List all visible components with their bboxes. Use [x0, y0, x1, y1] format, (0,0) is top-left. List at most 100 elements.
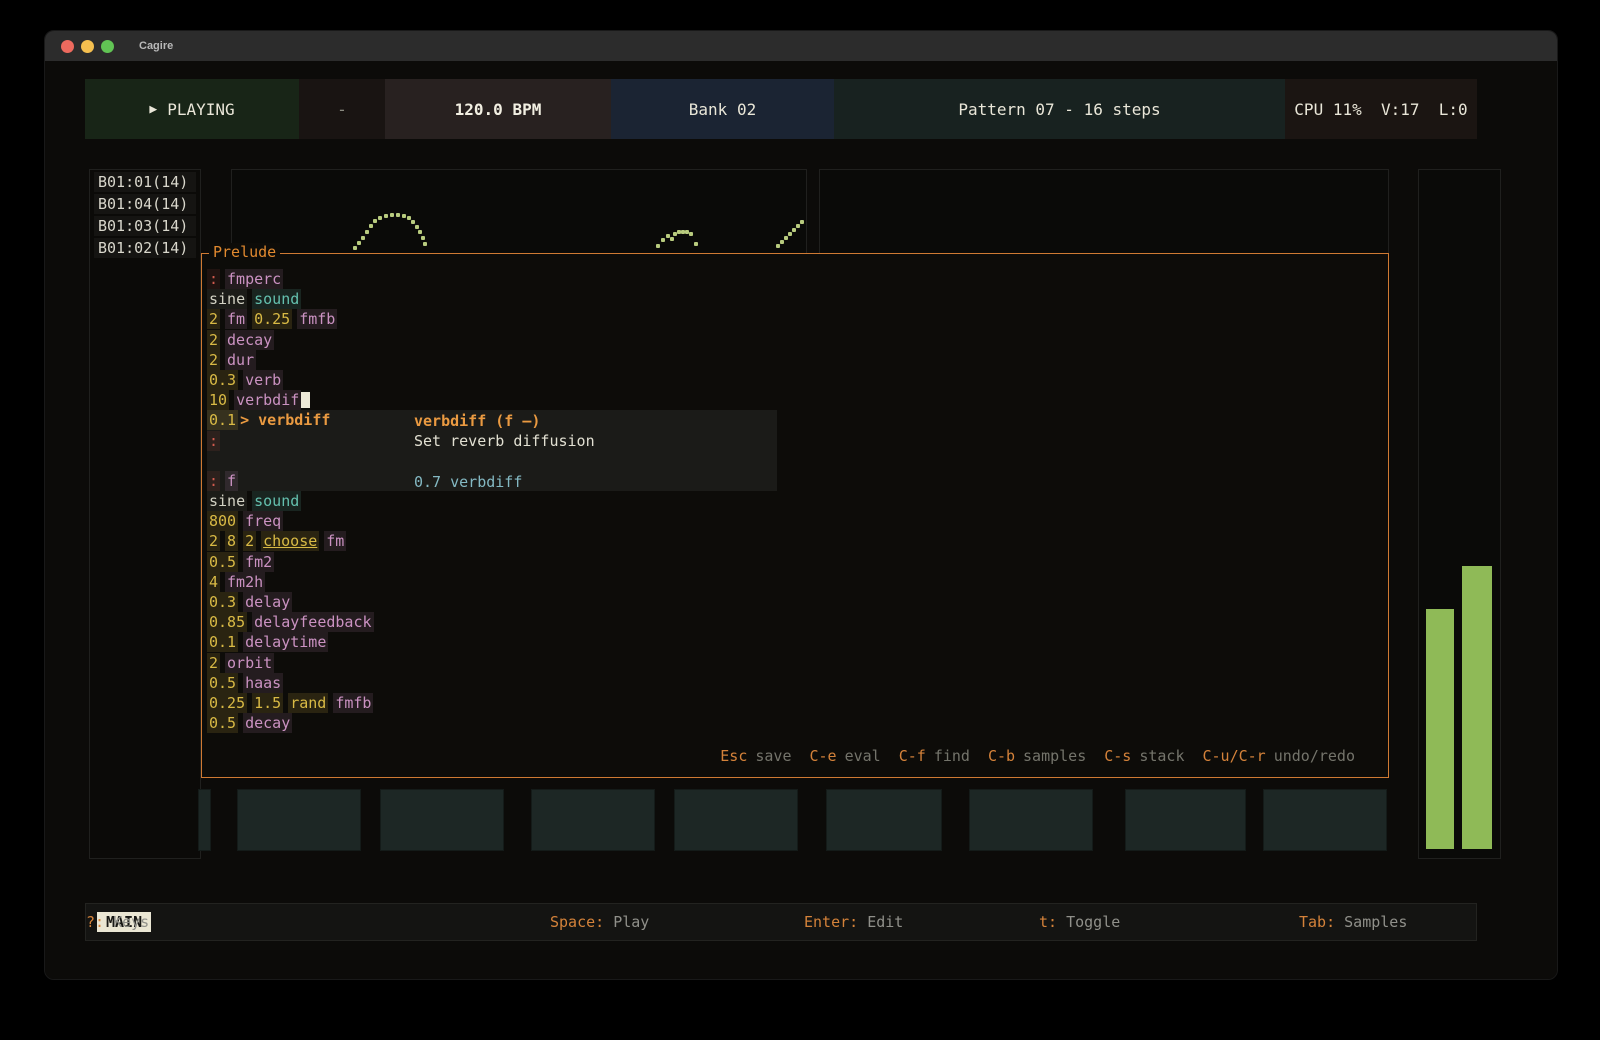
- transport-segment-playing[interactable]: ▶PLAYING: [85, 79, 299, 139]
- shortcut-label: Keys: [113, 913, 149, 931]
- token: sound: [252, 491, 301, 511]
- token: :: [207, 269, 220, 289]
- transport-segment-pattern[interactable]: Pattern 07 - 16 steps: [834, 79, 1285, 139]
- editor-line[interactable]: :: [207, 431, 374, 451]
- editor-line[interactable]: 282choosefm: [207, 531, 374, 551]
- editor-line[interactable]: :f: [207, 471, 374, 491]
- step-pad[interactable]: [826, 789, 942, 851]
- editor-line[interactable]: 0.1> verbdiff: [207, 410, 374, 430]
- token: fmperc: [225, 269, 283, 289]
- step-pad[interactable]: [1263, 789, 1387, 851]
- editor-line[interactable]: [207, 451, 374, 471]
- editor-line[interactable]: sinesound: [207, 289, 374, 309]
- shortcut-keys: ?: Keys: [86, 913, 149, 931]
- token: 8: [225, 531, 238, 551]
- token: verbdif: [234, 390, 301, 410]
- editor-line[interactable]: 0.5haas: [207, 673, 374, 693]
- step-pad[interactable]: [380, 789, 504, 851]
- vu-meter: [1418, 169, 1501, 859]
- editor-line[interactable]: 2decay: [207, 330, 374, 350]
- titlebar: Cagire: [45, 31, 1557, 61]
- help-key: Esc: [720, 747, 747, 765]
- transport-segment-bank[interactable]: Bank 02: [611, 79, 834, 139]
- zoom-button[interactable]: [101, 40, 114, 53]
- editor-line[interactable]: 0.1delaytime: [207, 632, 374, 652]
- help-item: C-u/C-rundo/redo: [1203, 747, 1356, 765]
- close-button[interactable]: [61, 40, 74, 53]
- help-key: C-u/C-r: [1203, 747, 1266, 765]
- transport-segment-bpm[interactable]: 120.0 BPM: [385, 79, 611, 139]
- editor-line[interactable]: 0.85delayfeedback: [207, 612, 374, 632]
- token: :: [207, 431, 220, 451]
- editor-line[interactable]: 0.3verb: [207, 370, 374, 390]
- pattern-slot[interactable]: B01:02(14): [94, 238, 196, 258]
- shortcut-play: Space: Play: [550, 913, 649, 931]
- step-pad[interactable]: [969, 789, 1093, 851]
- token: delay: [243, 592, 292, 612]
- token: decay: [225, 330, 274, 350]
- token: fm: [324, 531, 346, 551]
- pattern-slot[interactable]: B01:03(14): [94, 216, 196, 236]
- token: delayfeedback: [252, 612, 373, 632]
- editor-line[interactable]: 10verbdif: [207, 390, 374, 410]
- token: 2: [207, 309, 220, 329]
- help-item: C-eeval: [810, 747, 881, 765]
- token: sound: [252, 289, 301, 309]
- transport-label-bpm: 120.0 BPM: [455, 100, 542, 119]
- editor-line[interactable]: :fmperc: [207, 269, 374, 289]
- transport-label-stats: CPU 11% V:17 L:0: [1294, 100, 1467, 119]
- shortcut-key: Enter:: [804, 913, 867, 931]
- autocomplete-selected-item: > verbdiff: [238, 410, 332, 430]
- token: haas: [243, 673, 283, 693]
- editor-line[interactable]: 800freq: [207, 511, 374, 531]
- function-signature: verbdiff (f —): [414, 411, 595, 431]
- editor-line[interactable]: 4fm2h: [207, 572, 374, 592]
- shortcut-edit: Enter: Edit: [804, 913, 903, 931]
- token: 0.5: [207, 673, 238, 693]
- token: 0.5: [207, 713, 238, 733]
- transport-segment-spacer[interactable]: -: [299, 79, 385, 139]
- step-pad[interactable]: [237, 789, 361, 851]
- editor-line[interactable]: sinesound: [207, 491, 374, 511]
- pattern-slot[interactable]: B01:01(14): [94, 172, 196, 192]
- help-label: stack: [1139, 747, 1184, 765]
- editor-help-bar: EscsaveC-eevalC-ffindC-bsamplesC-sstackC…: [720, 747, 1355, 765]
- help-label: eval: [845, 747, 881, 765]
- editor-line[interactable]: 2orbit: [207, 653, 374, 673]
- token: 0.3: [207, 592, 238, 612]
- minimize-button[interactable]: [81, 40, 94, 53]
- editor-line[interactable]: 0.251.5randfmfb: [207, 693, 374, 713]
- token: sine: [207, 289, 247, 309]
- token: fmfb: [297, 309, 337, 329]
- transport-label-pattern: Pattern 07 - 16 steps: [958, 100, 1160, 119]
- autocomplete-doc: verbdiff (f —) Set reverb diffusion 0.7 …: [414, 411, 595, 492]
- editor-line[interactable]: 0.3delay: [207, 592, 374, 612]
- text-cursor: [301, 392, 310, 408]
- app-content: ▶PLAYING- 120.0 BPM Bank 02 Pattern 07 - 16…: [45, 61, 1557, 979]
- transport-segment-stats[interactable]: CPU 11% V:17 L:0: [1285, 79, 1477, 139]
- transport-bar: ▶PLAYING- 120.0 BPM Bank 02 Pattern 07 - 16…: [85, 79, 1477, 139]
- token: 0.25: [207, 693, 247, 713]
- token: :: [207, 471, 220, 491]
- app-window: Cagire ▶PLAYING- 120.0 BPM Bank 02 Pattern …: [44, 30, 1558, 980]
- step-pad[interactable]: [531, 789, 655, 851]
- step-pad[interactable]: [198, 789, 211, 851]
- pattern-slot[interactable]: B01:04(14): [94, 194, 196, 214]
- step-pad[interactable]: [1125, 789, 1246, 851]
- token: verb: [243, 370, 283, 390]
- token: sine: [207, 491, 247, 511]
- play-icon: ▶: [149, 102, 157, 117]
- token: 0.25: [252, 309, 292, 329]
- token: fmfb: [333, 693, 373, 713]
- shortcut-key: t:: [1039, 913, 1066, 931]
- editor-title: Prelude: [209, 243, 280, 261]
- editor-line[interactable]: 0.5fm2: [207, 552, 374, 572]
- pattern-list: B01:01(14)B01:04(14)B01:03(14)B01:02(14): [89, 169, 201, 859]
- editor-line[interactable]: 2dur: [207, 350, 374, 370]
- editor-overlay[interactable]: Prelude verbdiff (f —) Set reverb diffus…: [201, 253, 1389, 778]
- help-label: save: [755, 747, 791, 765]
- editor-line[interactable]: 2fm0.25fmfb: [207, 309, 374, 329]
- editor-line[interactable]: 0.5decay: [207, 713, 374, 733]
- step-pad[interactable]: [674, 789, 798, 851]
- editor-lines[interactable]: :fmpercsinesound2fm0.25fmfb2decay2dur0.3…: [207, 269, 374, 733]
